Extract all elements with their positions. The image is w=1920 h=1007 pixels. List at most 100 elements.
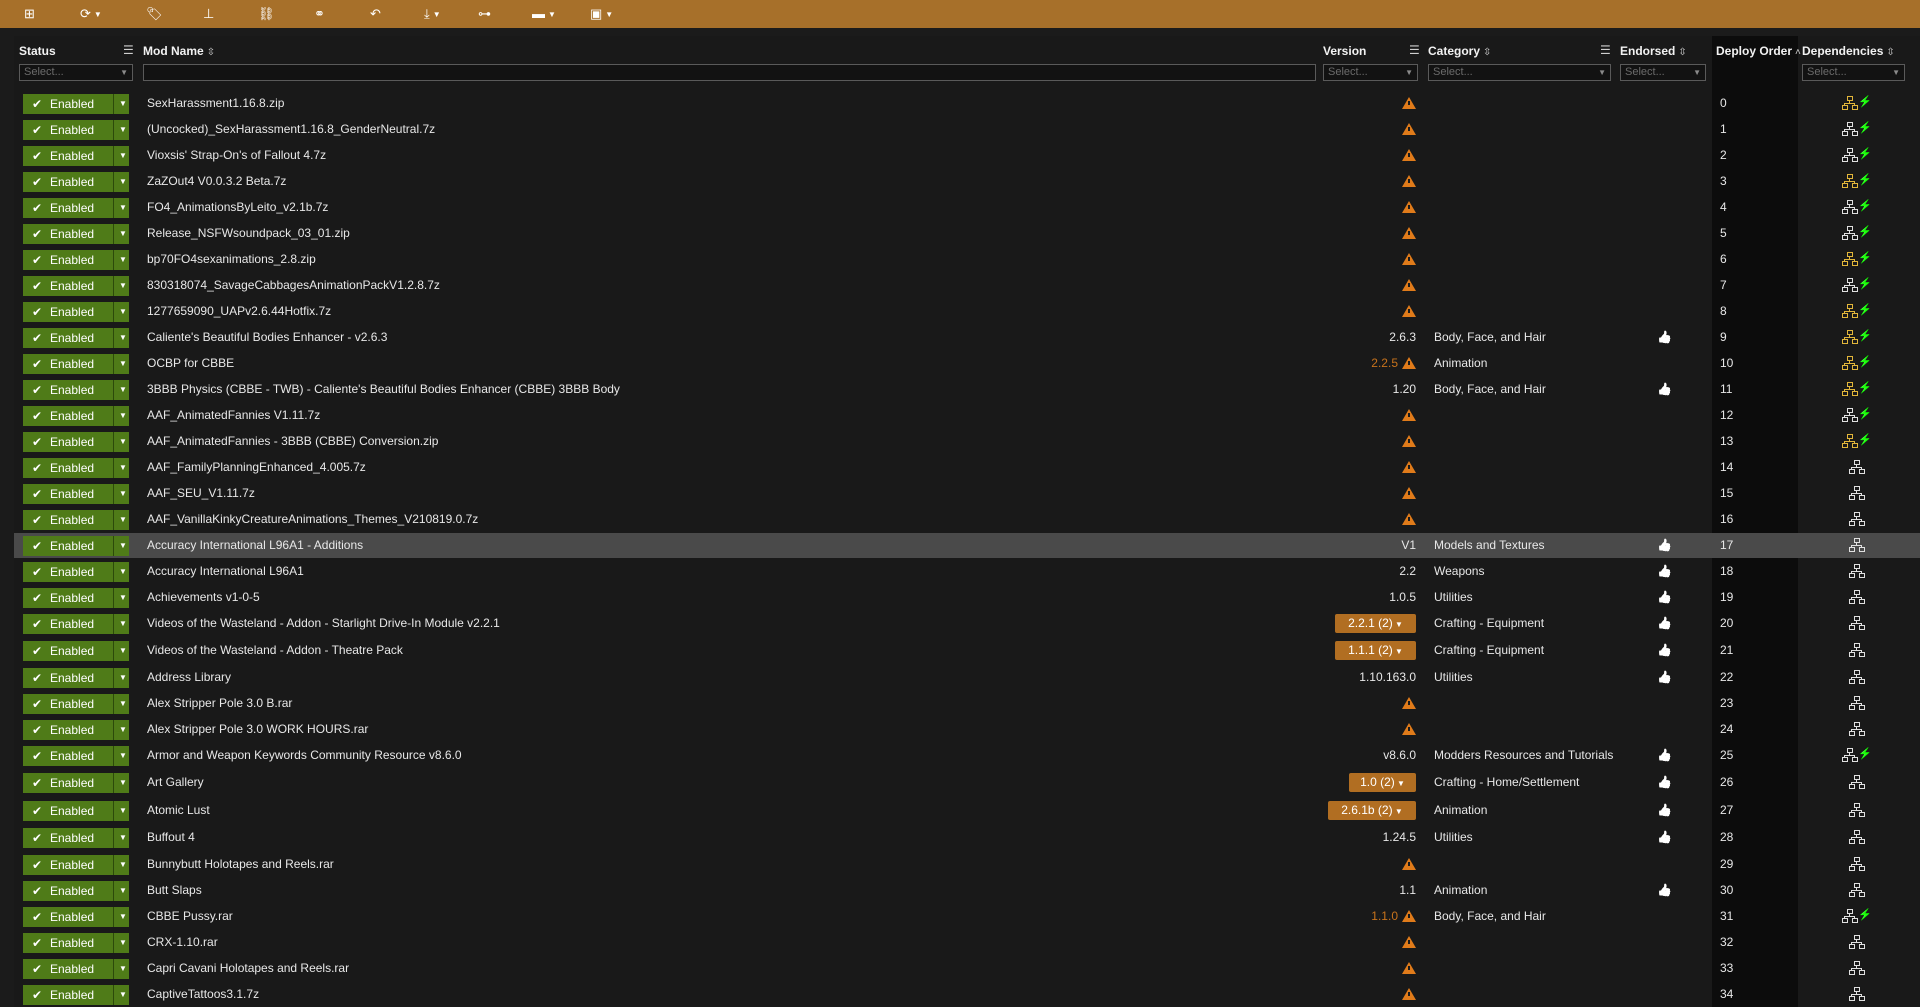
warning-icon[interactable] bbox=[1402, 435, 1416, 447]
chevron-down-icon[interactable]: ▼ bbox=[119, 198, 127, 218]
warning-icon[interactable] bbox=[1402, 697, 1416, 709]
dependency-icon[interactable] bbox=[1849, 803, 1865, 817]
status-toggle[interactable]: ✔ Enabled ▼ bbox=[23, 380, 129, 400]
chevron-down-icon[interactable]: ▼ bbox=[433, 10, 441, 19]
chevron-down-icon[interactable]: ▼ bbox=[119, 458, 127, 478]
chevron-down-icon[interactable]: ▼ bbox=[119, 855, 127, 875]
header-mod-name[interactable]: Mod Name ⇳ bbox=[143, 44, 215, 58]
table-row[interactable] bbox=[14, 930, 1920, 955]
dependency-icon[interactable] bbox=[1842, 174, 1858, 188]
status-toggle[interactable]: ✔ Enabled ▼ bbox=[23, 406, 129, 426]
table-row[interactable] bbox=[14, 904, 1920, 929]
warning-icon[interactable] bbox=[1402, 910, 1416, 922]
version-select[interactable]: 2.2.1 (2) ▼ bbox=[1335, 614, 1416, 633]
status-toggle[interactable]: ✔ Enabled ▼ bbox=[23, 828, 129, 848]
undo-button[interactable]: ↶ bbox=[370, 4, 381, 24]
category-filter-select[interactable]: Select... ▼ bbox=[1428, 64, 1611, 81]
chevron-down-icon[interactable]: ▼ bbox=[119, 302, 127, 322]
chevron-down-icon[interactable]: ▼ bbox=[119, 694, 127, 714]
status-toggle[interactable]: ✔ Enabled ▼ bbox=[23, 94, 129, 114]
dependency-icon[interactable] bbox=[1849, 722, 1865, 736]
chevron-down-icon[interactable]: ▼ bbox=[119, 406, 127, 426]
dependency-icon[interactable] bbox=[1842, 408, 1858, 422]
status-filter-select[interactable]: Select... ▼ bbox=[19, 64, 133, 81]
dependency-icon[interactable] bbox=[1849, 590, 1865, 604]
status-toggle[interactable]: ✔ Enabled ▼ bbox=[23, 668, 129, 688]
dependency-icon[interactable] bbox=[1842, 434, 1858, 448]
dependency-icon[interactable] bbox=[1842, 122, 1858, 136]
table-row[interactable] bbox=[14, 878, 1920, 903]
dependency-icon[interactable] bbox=[1842, 226, 1858, 240]
chevron-down-icon[interactable]: ▼ bbox=[119, 668, 127, 688]
chevron-down-icon[interactable]: ▼ bbox=[119, 907, 127, 927]
warning-icon[interactable] bbox=[1402, 175, 1416, 187]
status-toggle[interactable]: ✔ Enabled ▼ bbox=[23, 959, 129, 979]
dependency-icon[interactable] bbox=[1842, 278, 1858, 292]
thumbs-up-icon[interactable]: 👍 bbox=[1657, 590, 1672, 604]
status-toggle[interactable]: ✔ Enabled ▼ bbox=[23, 562, 129, 582]
status-toggle[interactable]: ✔ Enabled ▼ bbox=[23, 985, 129, 1005]
chevron-down-icon[interactable]: ▼ bbox=[119, 120, 127, 140]
link-button[interactable]: ⛓ bbox=[258, 4, 275, 24]
download-button[interactable]: ⤓ ▼ bbox=[424, 4, 441, 24]
warning-icon[interactable] bbox=[1402, 357, 1416, 369]
status-toggle[interactable]: ✔ Enabled ▼ bbox=[23, 881, 129, 901]
refresh-button[interactable]: ⟳ ▼ bbox=[80, 4, 102, 24]
table-row[interactable] bbox=[14, 825, 1920, 850]
status-toggle[interactable]: ✔ Enabled ▼ bbox=[23, 146, 129, 166]
warning-icon[interactable] bbox=[1402, 279, 1416, 291]
chevron-down-icon[interactable]: ▼ bbox=[119, 614, 127, 634]
dependency-icon[interactable] bbox=[1849, 460, 1865, 474]
chevron-down-icon[interactable]: ▼ bbox=[119, 801, 127, 821]
chevron-down-icon[interactable]: ▼ bbox=[94, 10, 102, 19]
warning-icon[interactable] bbox=[1402, 305, 1416, 317]
unlink-button[interactable]: ⚭ bbox=[314, 4, 325, 24]
thumbs-up-icon[interactable]: 👍 bbox=[1657, 830, 1672, 844]
thumbs-up-icon[interactable]: 👍 bbox=[1657, 564, 1672, 578]
thumbs-up-icon[interactable]: 👍 bbox=[1657, 803, 1672, 817]
chevron-down-icon[interactable]: ▼ bbox=[119, 562, 127, 582]
dependency-icon[interactable] bbox=[1842, 252, 1858, 266]
status-toggle[interactable]: ✔ Enabled ▼ bbox=[23, 907, 129, 927]
table-row[interactable] bbox=[14, 770, 1920, 795]
dependency-icon[interactable] bbox=[1849, 883, 1865, 897]
chevron-down-icon[interactable]: ▼ bbox=[119, 354, 127, 374]
status-toggle[interactable]: ✔ Enabled ▼ bbox=[23, 172, 129, 192]
version-select[interactable]: 1.1.1 (2) ▼ bbox=[1335, 641, 1416, 660]
chevron-down-icon[interactable]: ▼ bbox=[119, 432, 127, 452]
chevron-down-icon[interactable]: ▼ bbox=[119, 146, 127, 166]
thumbs-up-icon[interactable]: 👍 bbox=[1657, 883, 1672, 897]
dependency-icon[interactable] bbox=[1849, 830, 1865, 844]
table-row[interactable] bbox=[14, 982, 1920, 1007]
dependency-icon[interactable] bbox=[1842, 304, 1858, 318]
tag-button[interactable]: 🏷 bbox=[146, 4, 163, 24]
warning-icon[interactable] bbox=[1402, 409, 1416, 421]
chevron-down-icon[interactable]: ▼ bbox=[119, 536, 127, 556]
dependencies-filter-select[interactable]: Select... ▼ bbox=[1802, 64, 1905, 81]
status-toggle[interactable]: ✔ Enabled ▼ bbox=[23, 302, 129, 322]
status-toggle[interactable]: ✔ Enabled ▼ bbox=[23, 328, 129, 348]
dependency-icon[interactable] bbox=[1842, 748, 1858, 762]
thumbs-up-icon[interactable]: 👍 bbox=[1657, 643, 1672, 657]
dependency-icon[interactable] bbox=[1849, 987, 1865, 1001]
chevron-down-icon[interactable]: ▼ bbox=[119, 881, 127, 901]
status-toggle[interactable]: ✔ Enabled ▼ bbox=[23, 801, 129, 821]
table-row[interactable] bbox=[14, 665, 1920, 690]
status-toggle[interactable]: ✔ Enabled ▼ bbox=[23, 120, 129, 140]
thumbs-up-icon[interactable]: 👍 bbox=[1657, 538, 1672, 552]
version-filter-select[interactable]: Select... ▼ bbox=[1323, 64, 1418, 81]
warning-icon[interactable] bbox=[1402, 858, 1416, 870]
warning-icon[interactable] bbox=[1402, 149, 1416, 161]
status-toggle[interactable]: ✔ Enabled ▼ bbox=[23, 773, 129, 793]
column-chooser-icon[interactable]: ☰ bbox=[1409, 44, 1422, 56]
warning-icon[interactable] bbox=[1402, 988, 1416, 1000]
dependency-icon[interactable] bbox=[1849, 512, 1865, 526]
thumbs-up-icon[interactable]: 👍 bbox=[1657, 670, 1672, 684]
status-toggle[interactable]: ✔ Enabled ▼ bbox=[23, 458, 129, 478]
header-deploy-order[interactable]: Deploy Order ˄ bbox=[1716, 44, 1801, 58]
status-toggle[interactable]: ✔ Enabled ▼ bbox=[23, 224, 129, 244]
status-toggle[interactable]: ✔ Enabled ▼ bbox=[23, 276, 129, 296]
chevron-down-icon[interactable]: ▼ bbox=[119, 250, 127, 270]
dependency-icon[interactable] bbox=[1842, 96, 1858, 110]
chevron-down-icon[interactable]: ▼ bbox=[119, 746, 127, 766]
